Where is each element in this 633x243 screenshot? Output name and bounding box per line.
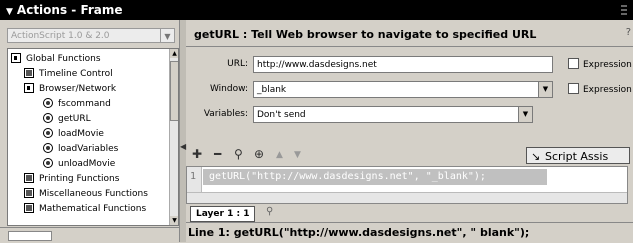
- actionscript-version-select[interactable]: ActionScript 1.0 & 2.0 ▼: [7, 28, 175, 43]
- checkbox-icon[interactable]: [568, 58, 579, 69]
- script-navigator-bar: [0, 227, 185, 243]
- code-line-selected[interactable]: getURL("http://www.dasdesigns.net", "_bl…: [203, 169, 547, 185]
- scroll-thumb[interactable]: [170, 61, 178, 121]
- scroll-down-icon[interactable]: ▼: [170, 216, 178, 225]
- scroll-up-icon[interactable]: ▲: [170, 49, 178, 58]
- move-down-icon[interactable]: ▼: [294, 150, 301, 160]
- window-combobox[interactable]: _blank ▼: [253, 81, 553, 98]
- url-label: URL:: [227, 59, 248, 69]
- variables-select[interactable]: Don't send ▼: [253, 106, 533, 123]
- window-label: Window:: [209, 84, 248, 94]
- folder-open-icon: [24, 82, 34, 93]
- chevron-down-icon[interactable]: ▼: [538, 82, 552, 97]
- actions-toolbar: ✚ ━ ⚲ ⊕ ▲ ▼ ↘ Script Assis: [186, 144, 633, 166]
- tree-item-global-functions[interactable]: Global Functions: [11, 52, 101, 67]
- tree-item-loadmovie[interactable]: loadMovie: [43, 127, 104, 142]
- panel-grip-icon[interactable]: [621, 5, 629, 15]
- tree-item-printing-functions[interactable]: Printing Functions: [24, 172, 119, 187]
- book-icon: [24, 187, 34, 198]
- version-select-value: ActionScript 1.0 & 2.0: [11, 31, 110, 41]
- function-icon: [43, 142, 53, 153]
- script-editor[interactable]: 1 getURL("http://www.dasdesigns.net", "_…: [186, 166, 628, 204]
- status-line: Line 1: getURL("http://www.dasdesigns.ne…: [188, 226, 530, 239]
- book-icon: [24, 172, 34, 183]
- script-pane: getURL : Tell Web browser to navigate to…: [186, 20, 633, 242]
- target-path-icon[interactable]: ⊕: [254, 147, 264, 161]
- editor-horizontal-scrollbar[interactable]: [187, 192, 627, 203]
- folder-open-icon: [11, 52, 21, 63]
- book-icon: [24, 202, 34, 213]
- tree-item-mathematical-functions[interactable]: Mathematical Functions: [24, 202, 146, 217]
- action-header: getURL : Tell Web browser to navigate to…: [186, 20, 633, 47]
- tree-item-geturl[interactable]: getURL: [43, 112, 91, 127]
- panel-title-bar[interactable]: ▼ Actions - Frame: [0, 0, 633, 20]
- book-icon: [24, 67, 34, 78]
- tree-item-timeline-control[interactable]: Timeline Control: [24, 67, 113, 82]
- function-icon: [43, 112, 53, 123]
- variables-label: Variables:: [203, 109, 248, 119]
- function-icon: [43, 157, 53, 168]
- wand-icon: ↘: [531, 150, 541, 163]
- tab-layer[interactable]: Layer 1 : 1: [190, 206, 256, 222]
- move-up-icon[interactable]: ▲: [276, 150, 283, 160]
- tree-item-fscommand[interactable]: fscommand: [43, 97, 111, 112]
- tree-item-miscellaneous-functions[interactable]: Miscellaneous Functions: [24, 187, 148, 202]
- function-icon: [43, 97, 53, 108]
- actions-toolbox-tree: Global Functions Timeline Control Browse…: [7, 48, 179, 226]
- help-icon[interactable]: ?: [626, 27, 631, 38]
- script-assist-button[interactable]: ↘ Script Assis: [526, 147, 630, 164]
- collapse-triangle-icon[interactable]: ▼: [6, 7, 13, 17]
- checkbox-icon[interactable]: [568, 83, 579, 94]
- panel-splitter[interactable]: ◀: [179, 20, 186, 242]
- line-number: 1: [190, 171, 197, 182]
- url-expression-checkbox[interactable]: Expression: [568, 58, 632, 70]
- url-field[interactable]: http://www.dasdesigns.net: [253, 56, 553, 73]
- remove-action-icon[interactable]: ━: [214, 147, 221, 161]
- tree-item-unloadmovie[interactable]: unloadMovie: [43, 157, 115, 172]
- add-action-icon[interactable]: ✚: [192, 147, 202, 161]
- panel-title: Actions - Frame: [16, 3, 123, 17]
- chevron-down-icon[interactable]: ▼: [160, 29, 174, 42]
- script-tab-bar: Layer 1 : 1 ⚲: [186, 204, 633, 223]
- tree-scrollbar[interactable]: ▲ ▼: [169, 49, 178, 225]
- chevron-down-icon[interactable]: ▼: [518, 107, 532, 122]
- action-description: getURL : Tell Web browser to navigate to…: [194, 28, 537, 41]
- window-expression-checkbox[interactable]: Expression: [568, 83, 632, 95]
- script-navigator-field[interactable]: [8, 231, 52, 241]
- tree-item-browser-network[interactable]: Browser/Network: [24, 82, 116, 97]
- pin-script-icon[interactable]: ⚲: [266, 206, 273, 217]
- tree-item-loadvariables[interactable]: loadVariables: [43, 142, 118, 157]
- function-icon: [43, 127, 53, 138]
- find-icon[interactable]: ⚲: [234, 147, 243, 161]
